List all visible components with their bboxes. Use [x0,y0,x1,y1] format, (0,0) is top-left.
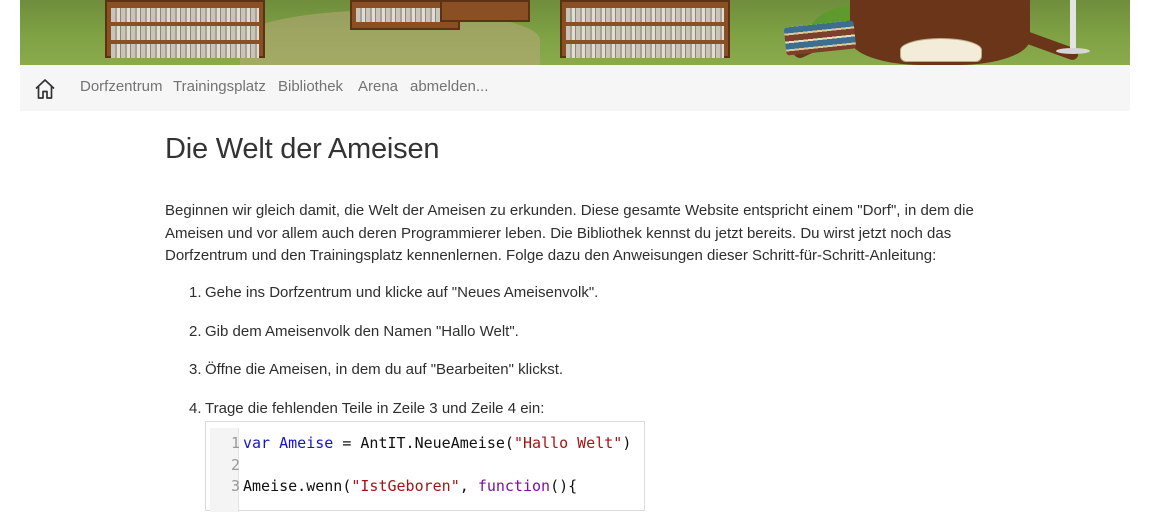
step-number: 3. [189,361,202,378]
nav-link-logout[interactable]: abmelden... [410,78,488,95]
code-line-1[interactable]: var Ameise = AntIT.NeueAmeise("Hallo Wel… [243,434,631,452]
code-text: (){ [550,477,578,495]
banner-book-stack [783,20,857,56]
nav-link-arena[interactable]: Arena [358,78,398,95]
step-text: Gib dem Ameisenvolk den Namen "Hallo Wel… [205,323,519,340]
code-string: "IstGeboren" [351,477,460,495]
nav-link-dorfzentrum[interactable]: Dorfzentrum [80,78,163,95]
code-string: "Hallo Welt" [513,434,623,452]
code-keyword: var [243,434,271,452]
banner-open-book [900,38,982,62]
line-number: 2 [230,456,240,474]
line-number: 1 [230,434,240,452]
banner-bookshelf [105,0,265,58]
banner-lamp [1070,0,1076,50]
intro-paragraph: Beginnen wir gleich damit, die Welt der … [165,202,974,264]
page-title: Die Welt der Ameisen [165,133,440,165]
step-text: Trage die fehlenden Teile in Zeile 3 und… [205,400,545,417]
step-text: Öffne die Ameisen, in dem du auf "Bearbe… [205,361,564,378]
banner-lamp-base [1056,48,1090,54]
step-text: Gehe ins Dorfzentrum und klicke auf "Neu… [205,284,599,301]
header-banner [20,0,1130,65]
step-number: 4. [189,400,202,417]
main-navigation: Dorfzentrum Trainingsplatz Bibliothek Ar… [20,65,1130,111]
code-editor[interactable]: 1 2 3 var Ameise = AntIT.NeueAmeise("Hal… [205,421,645,512]
code-text: = AntIT.NeueAmeise( [333,434,514,452]
code-text: ) [622,434,632,452]
line-number: 3 [230,477,240,495]
home-icon[interactable] [33,77,57,101]
banner-bookshelf [560,0,730,58]
nav-link-trainingsplatz[interactable]: Trainingsplatz [173,78,266,95]
step-number: 2. [189,323,202,340]
line-number-gutter: 1 2 3 [210,428,240,512]
code-text: Ameise.wenn( [243,477,352,495]
nav-link-bibliothek[interactable]: Bibliothek [278,78,343,95]
banner-bookshelf [440,0,530,22]
code-variable: Ameise [279,434,334,452]
step-number: 1. [189,284,202,301]
code-line-3[interactable]: Ameise.wenn("IstGeboren", function(){ [243,477,577,495]
code-text: , [459,477,478,495]
code-keyword: function [477,477,551,495]
